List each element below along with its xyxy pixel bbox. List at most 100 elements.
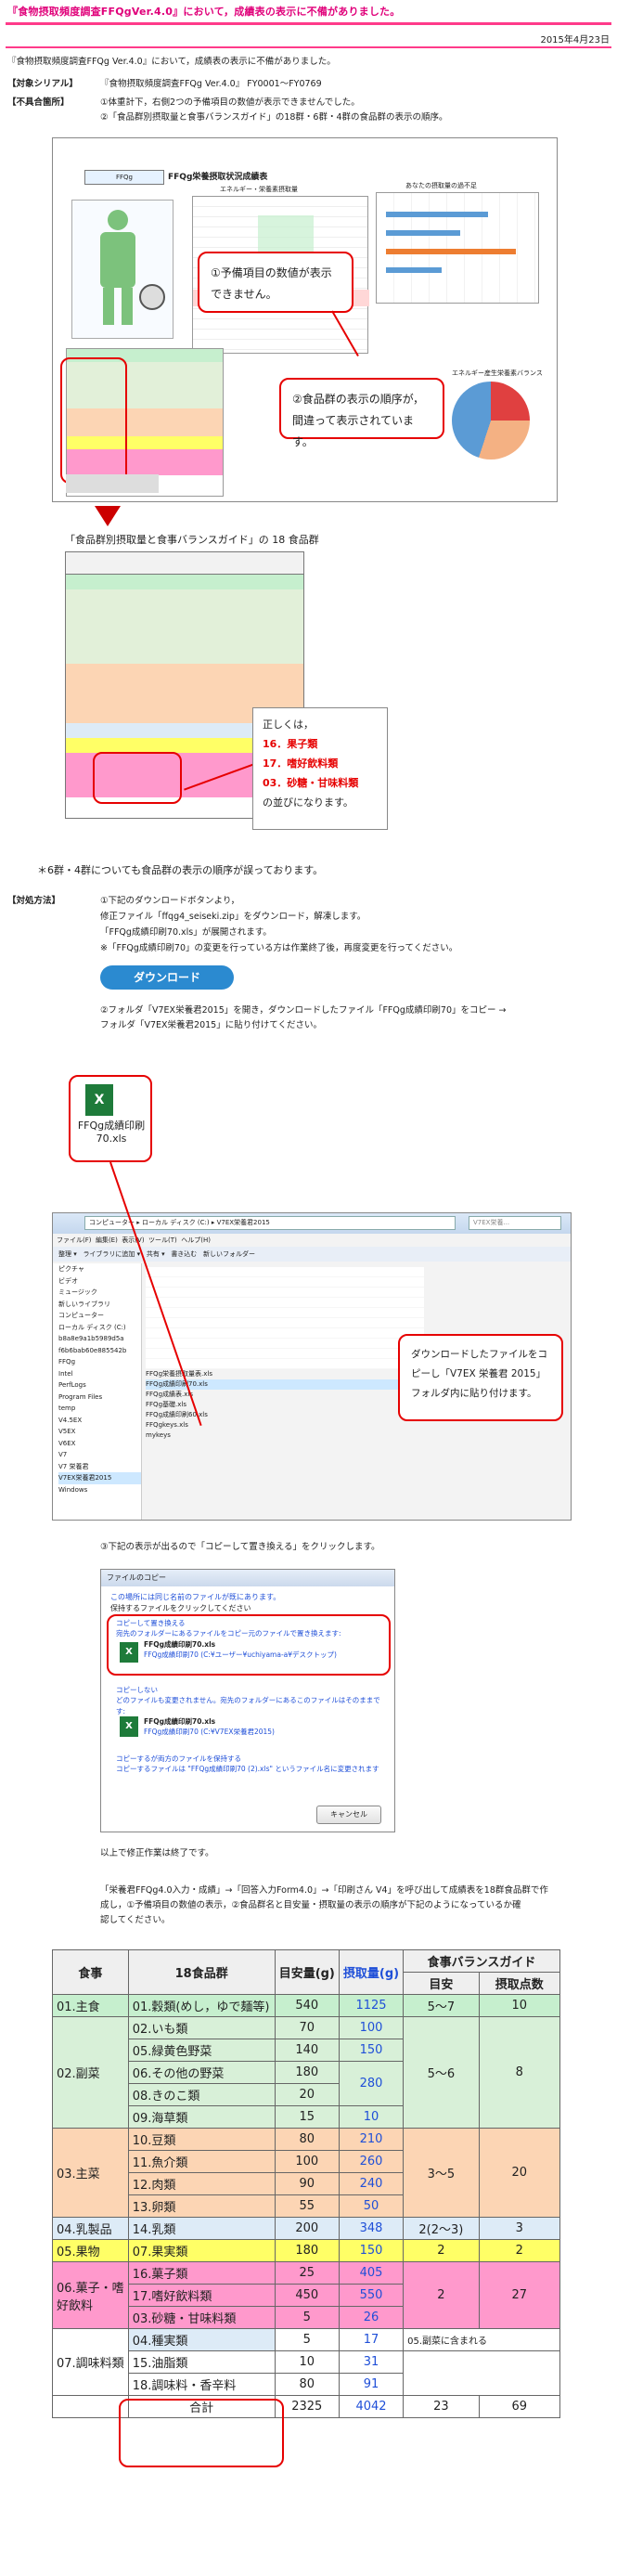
- sidebar-item[interactable]: b8a8e9a1b5989d5a: [58, 1333, 141, 1345]
- sidebar-item[interactable]: Windows: [58, 1484, 141, 1496]
- cell-meal: 05.果物: [52, 2239, 129, 2262]
- pie-title: エネルギー産生栄養素バランス: [452, 369, 543, 377]
- cell-intake: 280: [338, 2061, 405, 2106]
- sheet-footer-block: [66, 474, 159, 493]
- cell-meal: 04.乳製品: [52, 2217, 129, 2240]
- excel-file-icon[interactable]: X: [85, 1084, 113, 1116]
- date-divider: [6, 46, 611, 48]
- cell-group: 01.穀類(めし，ゆで麺等): [127, 1994, 276, 2017]
- cell-target: 100: [274, 2150, 340, 2173]
- dialog-cancel-button[interactable]: キャンセル: [316, 1806, 381, 1824]
- down-arrow: [95, 506, 121, 526]
- table-row: 06.菓子・嗜好飲料 16.菓子類 25 405 2 27: [52, 2261, 561, 2329]
- cell-group: 03.砂糖・甘味料類: [127, 2306, 276, 2329]
- fix-step-2b: フォルダ「V7EX栄養君2015」に貼り付けてください。: [100, 1020, 322, 1030]
- cell-intake: 91: [338, 2373, 405, 2396]
- table-row: 02.副菜 02.いも類 70 100 5〜6 8: [52, 2016, 561, 2129]
- note-6-4: ＊6群・4群についても食品群の表示の順序が誤っております。: [37, 864, 324, 876]
- cell-intake: 240: [338, 2172, 405, 2195]
- pie-chart: [452, 382, 530, 460]
- cell-target: 140: [274, 2039, 340, 2062]
- sidebar-item[interactable]: ピクチャ: [58, 1263, 141, 1275]
- toolbar-library[interactable]: ライブラリに追加 ▾: [83, 1250, 140, 1258]
- toolbar-new-folder[interactable]: 新しいフォルダー: [203, 1250, 255, 1258]
- fix-after-3: 認してください。: [100, 1915, 171, 1925]
- sidebar-item[interactable]: V7: [58, 1449, 141, 1461]
- cell-guide-score: 2: [478, 2239, 561, 2262]
- cell-group: 13.卵類: [127, 2194, 276, 2218]
- final-table-header: 食事 18食品群 目安量(g) 摂取量(g) 食事バランスガイド: [52, 1949, 560, 1995]
- sidebar-item[interactable]: V4.5EX: [58, 1415, 141, 1427]
- final-table-highlight: [119, 2399, 284, 2467]
- cell-guide-score: 3: [478, 2217, 561, 2240]
- file-item[interactable]: FFQg基礎.xls: [146, 1400, 424, 1410]
- cell-guide-blank: [403, 2350, 560, 2396]
- explorer-path[interactable]: コンピューター ▸ ローカル ディスク (C:) ▸ V7EX栄養君2015: [84, 1216, 456, 1230]
- cell-intake: 150: [338, 2239, 405, 2262]
- sidebar-item[interactable]: ローカル ディスク (C:): [58, 1322, 141, 1334]
- toolbar-share[interactable]: 共有 ▾: [147, 1250, 165, 1258]
- sidebar-item[interactable]: V6EX: [58, 1438, 141, 1450]
- col-target: 目安量(g): [274, 1949, 340, 1995]
- fix-step-1: ①下記のダウンロードボタンより，: [100, 896, 240, 906]
- menu-tools[interactable]: ツール(T): [148, 1236, 177, 1244]
- sidebar-item[interactable]: コンピューター: [58, 1310, 141, 1322]
- sidebar-item[interactable]: V7EX栄養君2015: [58, 1472, 141, 1484]
- sidebar-item[interactable]: Program Files: [58, 1392, 141, 1404]
- file-item[interactable]: FFQgkeys.xls: [146, 1420, 424, 1430]
- issue-label: 【不具合箇所】: [7, 97, 70, 108]
- option-keep-both[interactable]: コピーするが両方のファイルを保持する コピーするファイルは "FFQg成績印刷7…: [110, 1752, 387, 1789]
- download-button[interactable]: ダウンロード: [100, 965, 234, 990]
- file-item[interactable]: FFQg成績印刷60.xls: [146, 1410, 424, 1420]
- sheet-logo: FFQg: [84, 170, 164, 185]
- sidebar-item[interactable]: V7 栄養君: [58, 1461, 141, 1473]
- cell-intake: 17: [338, 2328, 405, 2351]
- sidebar-item[interactable]: PerfLogs: [58, 1379, 141, 1392]
- callout-2: ②食品群の表示の順序が，間違って表示されています。: [279, 378, 444, 448]
- page-title: 『食物摂取頻度調査FFQgVer.4.0』において，成績表の表示に不備がありまし…: [7, 6, 401, 18]
- report-sheet-screenshot: FFQg FFQg栄養摂取状況成績表 エネルギー・栄養素摂取量 あなたの摂取量の…: [52, 137, 558, 502]
- toolbar-burn[interactable]: 書き込む: [171, 1250, 197, 1258]
- cell-group: 08.きのこ類: [127, 2083, 276, 2106]
- cell-group: 09.海草類: [127, 2105, 276, 2129]
- sidebar-item[interactable]: temp: [58, 1403, 141, 1415]
- cell-guide-score: 10: [478, 1994, 561, 2017]
- figure-body: [100, 232, 135, 288]
- dialog-msg-1: この場所には同じ名前のファイルが既にあります。: [110, 1593, 281, 1601]
- cell-target: 80: [274, 2128, 340, 2151]
- cell-target: 450: [274, 2284, 340, 2307]
- dialog-msg-2: 保持するファイルをクリックしてください: [110, 1604, 251, 1612]
- menu-edit[interactable]: 編集(E): [96, 1236, 118, 1244]
- sidebar-item[interactable]: ミュージック: [58, 1287, 141, 1299]
- menu-help[interactable]: ヘルプ(H): [181, 1236, 211, 1244]
- sidebar-item[interactable]: ビデオ: [58, 1275, 141, 1288]
- explorer-window: コンピューター ▸ ローカル ディスク (C:) ▸ V7EX栄養君2015 V…: [52, 1212, 572, 1521]
- cell-guide-score: 20: [478, 2128, 561, 2218]
- cell-total-blank: [52, 2395, 129, 2418]
- small-table-header: [66, 552, 303, 575]
- cell-total-intake: 4042: [338, 2395, 405, 2418]
- toolbar-organize[interactable]: 整理 ▾: [58, 1250, 77, 1258]
- sidebar-item[interactable]: V5EX: [58, 1426, 141, 1438]
- option-skip[interactable]: コピーしない どのファイルも変更されません。宛先のフォルダーにあるこのファイルは…: [110, 1683, 387, 1742]
- table-row: 15.油脂類 10 31: [53, 2350, 560, 2396]
- cell-meal: 03.主菜: [52, 2128, 129, 2218]
- menu-file[interactable]: ファイル(F): [57, 1236, 92, 1244]
- sidebar-item[interactable]: FFQg: [58, 1356, 141, 1368]
- menu-view[interactable]: 表示(V): [122, 1236, 144, 1244]
- balance-bar-3: [386, 249, 516, 254]
- file-item[interactable]: FFQg栄養摂取量表.xls: [146, 1369, 424, 1379]
- balance-bar-1: [386, 212, 488, 217]
- cell-guide-target: 2: [403, 2239, 480, 2262]
- cell-group: 07.果実類: [127, 2239, 276, 2262]
- sidebar-item[interactable]: f6b6bab60e885542b: [58, 1345, 141, 1357]
- file-item[interactable]: mykeys: [146, 1430, 424, 1441]
- sidebar-item[interactable]: 新しいライブラリ: [58, 1299, 141, 1311]
- small-row-01: [66, 575, 303, 589]
- cell-target: 180: [274, 2239, 340, 2262]
- copy-dialog: ファイルのコピー この場所には同じ名前のファイルが既にあります。 保持するファイ…: [100, 1569, 395, 1832]
- explorer-search[interactable]: V7EX栄養...: [469, 1216, 561, 1230]
- explorer-toolbar: 整理 ▾ ライブラリに追加 ▾ 共有 ▾ 書き込む 新しいフォルダー: [53, 1247, 571, 1262]
- sidebar-item[interactable]: Intel: [58, 1368, 141, 1380]
- cell-guide-target: 2(2〜3): [403, 2217, 480, 2240]
